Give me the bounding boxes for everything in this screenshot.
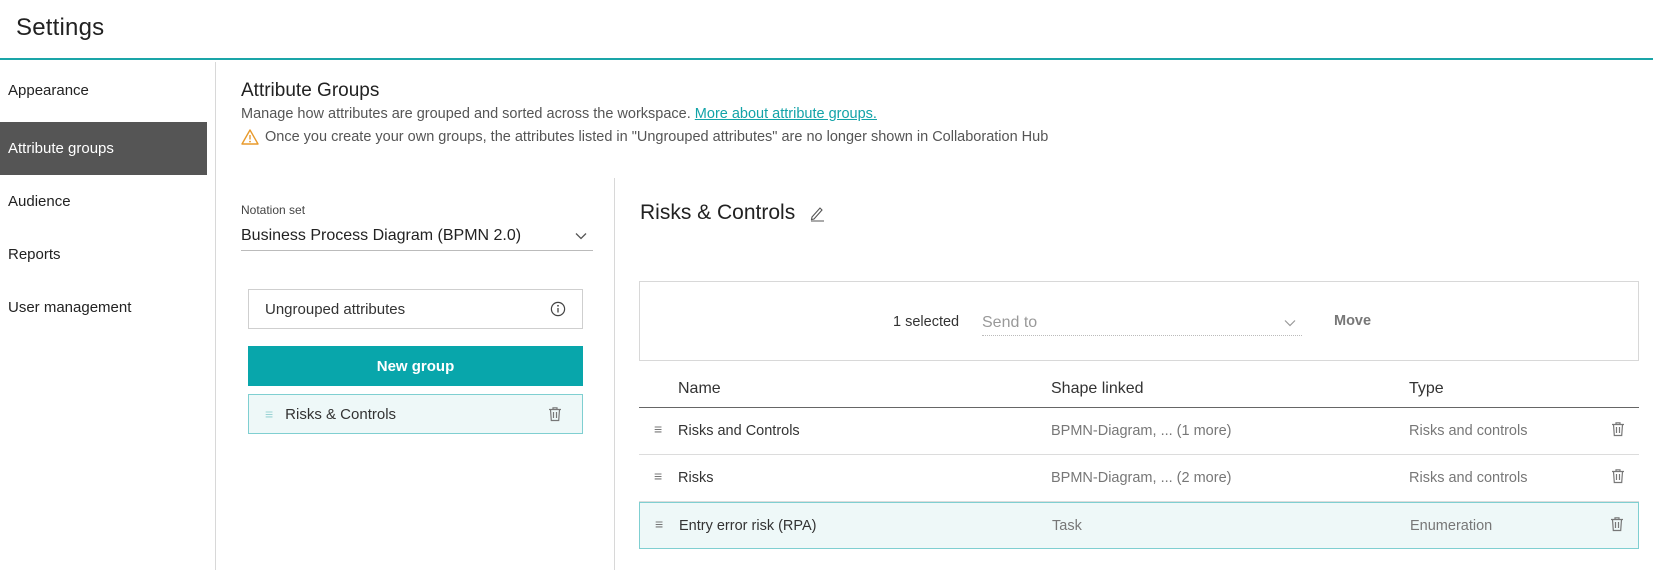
selected-count: 1 selected: [893, 314, 960, 330]
new-group-button[interactable]: New group: [248, 346, 583, 386]
row-type: Enumeration: [1410, 518, 1493, 534]
description-text: Manage how attributes are grouped and so…: [241, 106, 691, 122]
trash-icon[interactable]: [1611, 468, 1625, 484]
edit-pencil-icon[interactable]: [809, 204, 825, 222]
sidebar-item-appearance[interactable]: Appearance: [0, 64, 207, 117]
row-type: Risks and controls: [1409, 423, 1528, 439]
ungrouped-attributes-item[interactable]: Ungrouped attributes: [248, 289, 583, 329]
column-header-shape-linked[interactable]: Shape linked: [1051, 380, 1144, 398]
drag-handle-icon[interactable]: ≡: [265, 406, 273, 422]
row-shape-linked: BPMN-Diagram, ... (2 more): [1051, 470, 1232, 486]
chevron-down-icon: [1284, 319, 1296, 326]
group-item-label: Risks & Controls: [285, 405, 397, 423]
warning-icon: [241, 129, 259, 145]
section-title: Attribute Groups: [241, 80, 380, 101]
info-icon[interactable]: [550, 301, 566, 317]
notation-set-select[interactable]: Business Process Diagram (BPMN 2.0): [241, 221, 593, 251]
group-item-risks-controls[interactable]: ≡ Risks & Controls: [248, 394, 583, 434]
ungrouped-attributes-label: Ungrouped attributes: [265, 300, 406, 318]
drag-handle-icon[interactable]: ≡: [655, 516, 663, 532]
sidebar-item-audience[interactable]: Audience: [0, 175, 207, 228]
row-type: Risks and controls: [1409, 470, 1528, 486]
sidebar: Appearance Attribute groups Audience Rep…: [0, 62, 216, 570]
chevron-down-icon: [575, 232, 587, 239]
send-to-select[interactable]: Send to: [982, 310, 1302, 336]
move-toolbar: 1 selected Send to Move: [639, 281, 1639, 361]
drag-handle-icon[interactable]: ≡: [654, 421, 662, 437]
table-row[interactable]: ≡ Risks BPMN-Diagram, ... (2 more) Risks…: [639, 455, 1639, 502]
move-button[interactable]: Move: [1334, 313, 1371, 329]
sidebar-item-reports[interactable]: Reports: [0, 228, 207, 281]
notation-set-value: Business Process Diagram (BPMN 2.0): [241, 226, 522, 244]
column-divider: [614, 178, 615, 570]
app-header: Settings: [0, 0, 1653, 60]
trash-icon[interactable]: [548, 406, 562, 422]
drag-handle-icon[interactable]: ≡: [654, 468, 662, 484]
sidebar-item-attribute-groups[interactable]: Attribute groups: [0, 122, 207, 175]
sidebar-item-user-management[interactable]: User management: [0, 281, 207, 334]
row-name: Risks and Controls: [678, 423, 800, 439]
more-about-link[interactable]: More about attribute groups.: [695, 106, 877, 122]
warning-message: Once you create your own groups, the att…: [241, 129, 1048, 145]
table-header: Name Shape linked Type: [639, 372, 1639, 408]
trash-icon[interactable]: [1611, 421, 1625, 437]
row-shape-linked: Task: [1052, 518, 1082, 534]
notation-set-label: Notation set: [241, 203, 306, 217]
group-title: Risks & Controls: [640, 201, 825, 225]
send-to-placeholder: Send to: [982, 313, 1038, 331]
row-shape-linked: BPMN-Diagram, ... (1 more): [1051, 423, 1232, 439]
group-title-text: Risks & Controls: [640, 201, 796, 224]
table-row-selected[interactable]: ≡ Entry error risk (RPA) Task Enumeratio…: [639, 502, 1639, 549]
main-content: Attribute Groups Manage how attributes a…: [217, 62, 1653, 570]
table-row[interactable]: ≡ Risks and Controls BPMN-Diagram, ... (…: [639, 408, 1639, 455]
row-name: Risks: [678, 470, 714, 486]
column-header-type[interactable]: Type: [1409, 380, 1444, 398]
column-header-name[interactable]: Name: [678, 380, 721, 398]
attributes-table: Name Shape linked Type ≡ Risks and Contr…: [639, 372, 1639, 549]
section-description: Manage how attributes are grouped and so…: [241, 106, 877, 122]
trash-icon[interactable]: [1610, 516, 1624, 532]
page-title: Settings: [16, 14, 105, 41]
row-name: Entry error risk (RPA): [679, 518, 817, 534]
warning-text: Once you create your own groups, the att…: [265, 129, 1049, 145]
